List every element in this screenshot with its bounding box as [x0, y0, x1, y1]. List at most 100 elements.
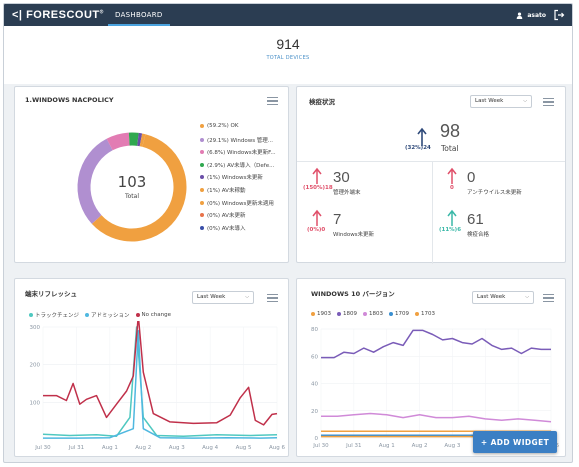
series-line[interactable]: [321, 412, 552, 423]
arrow-up-icon: [312, 167, 322, 184]
legend-swatch: [200, 124, 204, 128]
period-select[interactable]: Last Week ⌵: [470, 95, 532, 108]
x-tick-label: Aug 2: [135, 445, 151, 451]
legend-item[interactable]: 1703: [415, 311, 435, 317]
legend-swatch: [363, 312, 367, 316]
x-tick-label: Jul 31: [345, 443, 361, 449]
widget-menu-icon[interactable]: [543, 98, 554, 106]
widget-title: 端末リフレッシュ: [25, 290, 77, 298]
x-tick-label: Aug 3: [444, 443, 460, 449]
donut-slice[interactable]: [77, 138, 113, 224]
y-tick-label: 40: [311, 382, 318, 388]
legend-item[interactable]: (1%) Windows未更新: [200, 173, 263, 181]
arrow-up-icon: [447, 209, 457, 226]
legend-label: 1809: [343, 311, 357, 317]
legend-item[interactable]: (0%) AV未導入: [200, 224, 245, 232]
legend-item[interactable]: トラックチェンジ: [29, 311, 79, 319]
donut-slice[interactable]: [139, 133, 146, 147]
logout-icon[interactable]: [553, 9, 565, 21]
legend-swatch: [200, 175, 204, 180]
legend-swatch: [200, 137, 204, 142]
metric-windows-outdated-change: (0%)0: [307, 227, 326, 233]
inspection-total-value: 98: [440, 121, 461, 141]
x-tick-label: Aug 1: [102, 445, 118, 451]
metric-passed-value: 61: [467, 211, 484, 228]
widget-menu-icon[interactable]: [267, 294, 278, 302]
legend-swatch: [85, 313, 90, 317]
legend-label: 1709: [395, 311, 409, 317]
legend-item[interactable]: (0%) Windows更新未適用: [200, 199, 274, 207]
period-select[interactable]: Last Week ⌵: [192, 291, 254, 304]
legend-item[interactable]: (29.1%) Windows 管理...: [200, 136, 273, 144]
y-tick-label: 80: [311, 327, 318, 333]
legend-item[interactable]: 1809: [337, 311, 357, 317]
legend-swatch: [200, 150, 204, 155]
user-menu[interactable]: asato: [516, 4, 546, 26]
metric-unmanaged-label: 管理外端末: [333, 190, 361, 196]
legend-swatch: [200, 200, 204, 205]
metric-av-outdated-change: 0: [450, 185, 454, 191]
total-devices-count: 914: [276, 36, 300, 52]
period-select[interactable]: Last Week ⌵: [472, 291, 534, 304]
legend-item[interactable]: (1%) AV未稼動: [200, 186, 245, 194]
y-tick-label: 60: [311, 354, 318, 360]
refresh-line-chart: 100 200 300 Jul 30 Jul 31 Aug 1 Aug 2 Aug 3 Aug …: [30, 321, 285, 451]
arrow-up-icon: [417, 127, 427, 146]
legend-label: 1803: [369, 311, 383, 317]
legend-label: (6.8%) Windows未更新F...: [207, 150, 276, 157]
series-line[interactable]: [321, 329, 551, 359]
series-line[interactable]: [42, 326, 278, 437]
legend-item[interactable]: アドミッション: [85, 311, 130, 319]
y-tick-label: 200: [30, 363, 41, 369]
legend-swatch: [200, 213, 204, 218]
y-tick-label: 300: [30, 325, 41, 331]
widget-title: 1.WINDOWS NACPOLICY: [25, 96, 114, 104]
x-tick-label: Jul 30: [312, 443, 329, 449]
widget-nacpolicy: 1.WINDOWS NACPOLICY 103 Total (59.2%) OK…: [14, 86, 289, 263]
tab-dashboard[interactable]: DASHBOARD: [108, 4, 170, 26]
user-name: asato: [527, 11, 546, 19]
legend-label: (1%) Windows未更新: [207, 175, 263, 182]
legend-label: (2.9%) AV未導入（Defe...: [207, 162, 275, 169]
legend-label: (0%) Windows更新未適用: [207, 200, 274, 207]
metric-unmanaged-value: 30: [333, 169, 350, 186]
divider: [432, 161, 433, 264]
widget-menu-icon[interactable]: [267, 97, 278, 105]
y-tick-label: 0: [315, 436, 319, 442]
dashboard-window: <| FORESCOUT® DASHBOARD asato 914 TOTAL …: [3, 3, 573, 463]
legend-label: No change: [141, 312, 171, 318]
legend-item[interactable]: (2.9%) AV未導入（Defe...: [200, 161, 274, 169]
legend-swatch: [389, 312, 393, 316]
legend-label: (1%) AV未稼動: [207, 188, 246, 194]
legend-swatch: [200, 225, 204, 230]
legend-swatch: [200, 188, 204, 192]
legend-item[interactable]: (59.2%) OK: [200, 123, 238, 129]
series-line[interactable]: [43, 330, 278, 439]
legend-item[interactable]: 1709: [389, 311, 409, 317]
x-tick-label: Aug 1: [379, 443, 395, 449]
chevron-down-icon: ⌵: [525, 294, 529, 300]
legend-item[interactable]: (6.8%) Windows未更新F...: [200, 148, 276, 156]
total-devices-summary: 914 TOTAL DEVICES: [4, 26, 572, 84]
legend-item[interactable]: 1803: [363, 311, 383, 317]
donut-slice[interactable]: [106, 132, 130, 151]
legend-swatch: [200, 162, 204, 167]
y-tick-label: 20: [311, 409, 318, 415]
legend-swatch: [311, 312, 315, 316]
legend-item[interactable]: 1903: [311, 311, 331, 317]
inspection-total-change: (32%)24: [405, 145, 431, 151]
add-widget-button[interactable]: + ADD WIDGET: [473, 431, 557, 453]
legend-swatch: [337, 312, 341, 316]
chart-legend: 1903 1809 1803 1709 1703: [311, 311, 435, 317]
x-tick-label: Aug 5: [236, 445, 252, 451]
legend-item[interactable]: (0%) AV未更新: [200, 211, 245, 219]
chart-legend: トラックチェンジ アドミッション No change: [29, 311, 171, 319]
x-tick-label: Aug 4: [202, 445, 218, 451]
legend-item[interactable]: No change: [135, 311, 171, 319]
widget-device-refresh: 端末リフレッシュ Last Week ⌵ トラックチェンジ アドミッション No ch…: [14, 278, 289, 457]
legend-swatch: [135, 313, 140, 317]
legend-label: (0%) AV未導入: [207, 225, 246, 232]
series-line[interactable]: [43, 321, 278, 426]
forescout-logo[interactable]: <| FORESCOUT®: [4, 9, 104, 21]
widget-menu-icon[interactable]: [543, 294, 554, 302]
